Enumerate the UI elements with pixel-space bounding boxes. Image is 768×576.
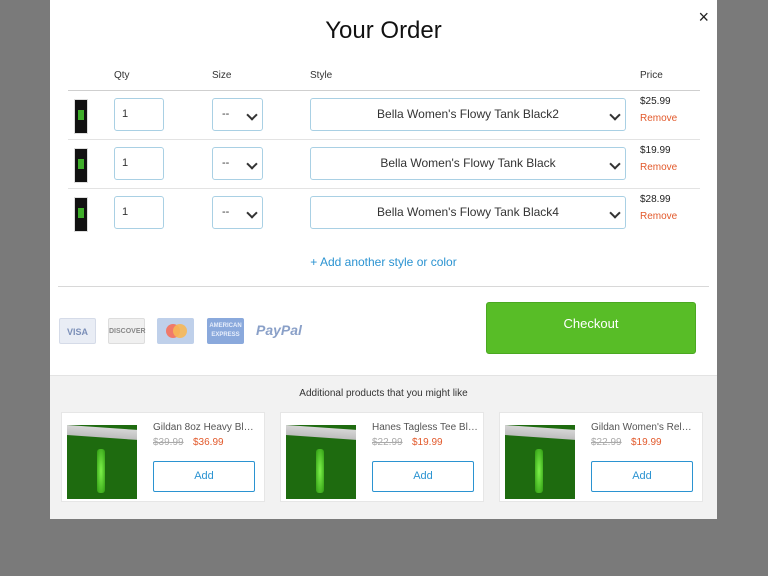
chevron-down-icon [246, 207, 258, 219]
qty-input[interactable]: 1 [114, 196, 164, 229]
qty-input[interactable]: 1 [114, 147, 164, 180]
style-value: Bella Women's Flowy Tank Black2 [377, 107, 559, 121]
chevron-down-icon [609, 207, 621, 219]
remove-link[interactable]: Remove [640, 113, 677, 124]
size-value: -- [222, 157, 230, 169]
style-select[interactable]: Bella Women's Flowy Tank Black [310, 147, 626, 180]
add-style-link[interactable]: + Add another style or color [50, 255, 717, 269]
style-value: Bella Women's Flowy Tank Black4 [377, 205, 559, 219]
mastercard-icon [157, 318, 194, 344]
row-price: $19.99 [640, 145, 671, 156]
product-old-price: $22.99 [372, 437, 403, 448]
order-modal: × Your Order Qty Size Style Price 1 -- B… [50, 0, 717, 519]
product-card: Hanes Tagless Tee Black $22.99 $19.99 Ad… [280, 412, 484, 502]
add-product-button[interactable]: Add [372, 461, 474, 492]
style-select[interactable]: Bella Women's Flowy Tank Black2 [310, 98, 626, 131]
size-select[interactable]: -- [212, 196, 263, 229]
style-value: Bella Women's Flowy Tank Black [380, 156, 556, 170]
header-qty: Qty [114, 70, 130, 81]
remove-link[interactable]: Remove [640, 162, 677, 173]
discover-icon: DISCOVER [108, 318, 146, 344]
size-select[interactable]: -- [212, 98, 263, 131]
recommendations-panel: Additional products that you might like … [50, 375, 717, 519]
chevron-down-icon [609, 158, 621, 170]
product-image [505, 425, 575, 499]
product-thumbnail [74, 148, 88, 183]
qty-input[interactable]: 1 [114, 98, 164, 131]
add-product-button[interactable]: Add [153, 461, 255, 492]
visa-icon: VISA [59, 318, 96, 344]
product-thumbnail [74, 99, 88, 134]
header-price: Price [640, 70, 663, 81]
header-style: Style [310, 70, 333, 81]
checkout-button[interactable]: Checkout [486, 302, 696, 354]
row-price: $28.99 [640, 194, 671, 205]
product-image [67, 425, 137, 499]
size-select[interactable]: -- [212, 147, 263, 180]
product-new-price: $19.99 [412, 437, 443, 448]
product-card: Gildan 8oz Heavy Blend $39.99 $36.99 Add [61, 412, 265, 502]
product-old-price: $39.99 [153, 437, 184, 448]
paypal-icon: PayPal [256, 322, 302, 338]
product-thumbnail [74, 197, 88, 232]
header-size: Size [212, 70, 232, 81]
product-old-price: $22.99 [591, 437, 622, 448]
product-name: Gildan Women's Relaxed [591, 422, 697, 433]
order-row: 1 -- Bella Women's Flowy Tank Black4 $28… [68, 189, 700, 237]
chevron-down-icon [609, 109, 621, 121]
product-card: Gildan Women's Relaxed $22.99 $19.99 Add [499, 412, 703, 502]
remove-link[interactable]: Remove [640, 211, 677, 222]
add-product-button[interactable]: Add [591, 461, 693, 492]
product-name: Gildan 8oz Heavy Blend [153, 422, 259, 433]
recommendations-title: Additional products that you might like [299, 388, 468, 399]
order-row: 1 -- Bella Women's Flowy Tank Black $19.… [68, 140, 700, 189]
divider [58, 286, 709, 287]
chevron-down-icon [246, 158, 258, 170]
amex-icon: AMERICAN EXPRESS [207, 318, 244, 344]
product-new-price: $36.99 [193, 437, 224, 448]
product-image [286, 425, 356, 499]
order-row: 1 -- Bella Women's Flowy Tank Black2 $25… [68, 91, 700, 140]
row-price: $25.99 [640, 96, 671, 107]
product-name: Hanes Tagless Tee Black [372, 422, 478, 433]
size-value: -- [222, 206, 230, 218]
size-value: -- [222, 108, 230, 120]
modal-title: Your Order [325, 17, 442, 44]
chevron-down-icon [246, 109, 258, 121]
style-select[interactable]: Bella Women's Flowy Tank Black4 [310, 196, 626, 229]
product-new-price: $19.99 [631, 437, 662, 448]
